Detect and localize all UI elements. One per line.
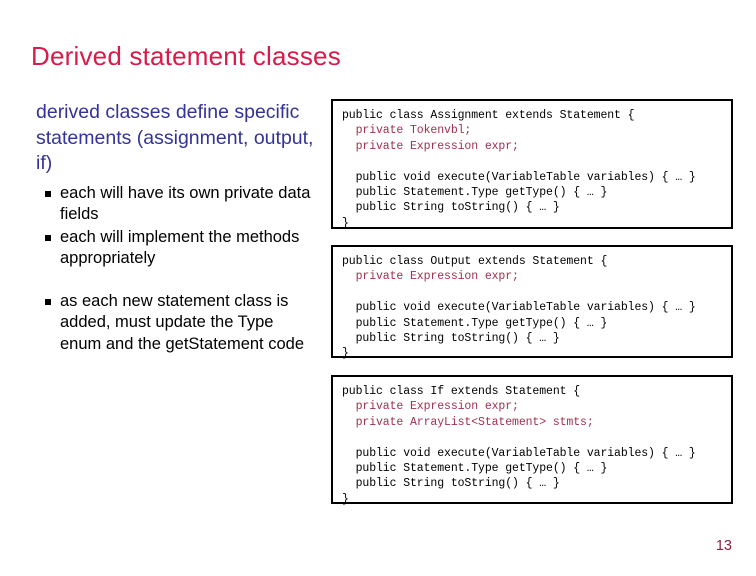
code-line: public Statement.Type getType() { … }: [342, 462, 608, 476]
code-line: public class Assignment extends Statemen…: [342, 109, 635, 122]
slide-canvas: Derived statement classes derived classe…: [0, 0, 756, 576]
code-line: public void execute(VariableTable variab…: [342, 170, 696, 184]
list-item-label: each will implement the methods appropri…: [60, 227, 300, 268]
list-item-label: as each new statement class is added, mu…: [60, 291, 305, 353]
code-line: private ArrayList<Statement> stmts;: [342, 415, 594, 429]
page-title: Derived statement classes: [31, 41, 341, 71]
sub-bullet-list: each will have its own private data fiel…: [36, 183, 318, 356]
code-line: private Expression expr;: [342, 400, 519, 414]
code-block-if: public class If extends Statement { priv…: [331, 375, 733, 506]
list-item: as each new statement class is added, mu…: [36, 291, 318, 356]
code-line: public String toString() { … }: [342, 332, 560, 346]
code-line: }: [342, 492, 349, 506]
left-content-column: derived classes define specific statemen…: [36, 100, 318, 356]
code-line: private Expression expr;: [342, 139, 519, 153]
list-item: each will have its own private data fiel…: [36, 183, 318, 226]
code-line: private Expression expr;: [342, 270, 519, 284]
code-line: public class If extends Statement {: [342, 385, 581, 398]
code-line: }: [342, 216, 349, 230]
list-item-label: each will have its own private data fiel…: [60, 183, 311, 224]
square-bullet-icon: [45, 298, 51, 305]
code-line: public String toString() { … }: [342, 201, 560, 215]
code-line: public Statement.Type getType() { … }: [342, 186, 608, 200]
code-line: public void execute(VariableTable variab…: [342, 301, 696, 315]
code-line: public class Output extends Statement {: [342, 255, 608, 268]
code-line: public void execute(VariableTable variab…: [342, 446, 696, 460]
code-block-assignment: public class Assignment extends Statemen…: [331, 99, 733, 230]
code-line: public String toString() { … }: [342, 477, 560, 491]
list-item: each will implement the methods appropri…: [36, 227, 318, 270]
code-block-output: public class Output extends Statement { …: [331, 245, 733, 361]
code-line: public Statement.Type getType() { … }: [342, 316, 608, 330]
code-line: private Tokenvbl;: [342, 124, 472, 138]
square-bullet-icon: [45, 234, 51, 241]
code-line: }: [342, 347, 349, 361]
square-bullet-icon: [45, 190, 51, 197]
page-number: 13: [715, 538, 732, 554]
lead-bullet-text: derived classes define specific statemen…: [36, 101, 314, 174]
